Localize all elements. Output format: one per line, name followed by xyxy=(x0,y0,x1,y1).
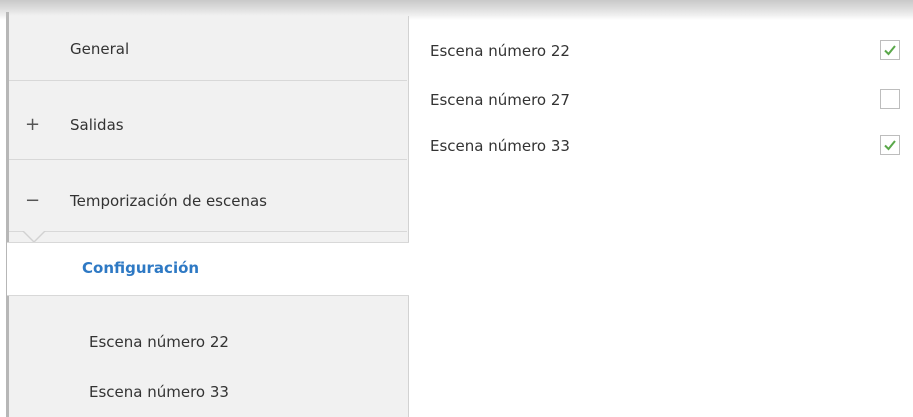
sidebar: General + Salidas − Temporización de esc… xyxy=(9,16,409,417)
sidebar-item-general[interactable]: General xyxy=(9,40,409,64)
sidebar-divider xyxy=(9,159,407,160)
scene-27-checkbox[interactable] xyxy=(880,89,900,109)
sidebar-item-temporizacion[interactable]: − Temporización de escenas xyxy=(9,190,409,216)
sidebar-divider xyxy=(9,80,407,81)
sidebar-item-label: Temporización de escenas xyxy=(70,192,267,210)
content-panel: Escena número 22 Escena número 27 Escena… xyxy=(410,16,913,417)
tree-pointer-notch-fill xyxy=(24,231,44,241)
sidebar-divider xyxy=(9,231,407,232)
check-icon xyxy=(884,45,896,56)
expand-icon[interactable]: + xyxy=(25,114,40,135)
sidebar-item-salidas[interactable]: + Salidas xyxy=(9,114,409,140)
sidebar-subitem-escena-22[interactable]: Escena número 22 xyxy=(89,333,229,351)
sidebar-item-label: General xyxy=(70,40,130,58)
scene-22-checkbox[interactable] xyxy=(880,40,900,60)
scene-label: Escena número 27 xyxy=(430,91,570,109)
scene-row-22: Escena número 22 xyxy=(430,40,900,64)
collapse-icon[interactable]: − xyxy=(25,190,40,211)
scene-label: Escena número 33 xyxy=(430,137,570,155)
scene-33-checkbox[interactable] xyxy=(880,135,900,155)
scene-label: Escena número 22 xyxy=(430,42,570,60)
window: General + Salidas − Temporización de esc… xyxy=(0,0,913,417)
sidebar-item-label: Salidas xyxy=(70,116,124,134)
scene-row-33: Escena número 33 xyxy=(430,135,900,159)
selected-item-label: Configuración xyxy=(82,259,200,277)
check-icon xyxy=(884,140,896,151)
sidebar-item-configuracion-selected[interactable]: Configuración xyxy=(7,242,409,296)
sidebar-subitem-escena-33[interactable]: Escena número 33 xyxy=(89,383,229,401)
scene-row-27: Escena número 27 xyxy=(430,89,900,113)
